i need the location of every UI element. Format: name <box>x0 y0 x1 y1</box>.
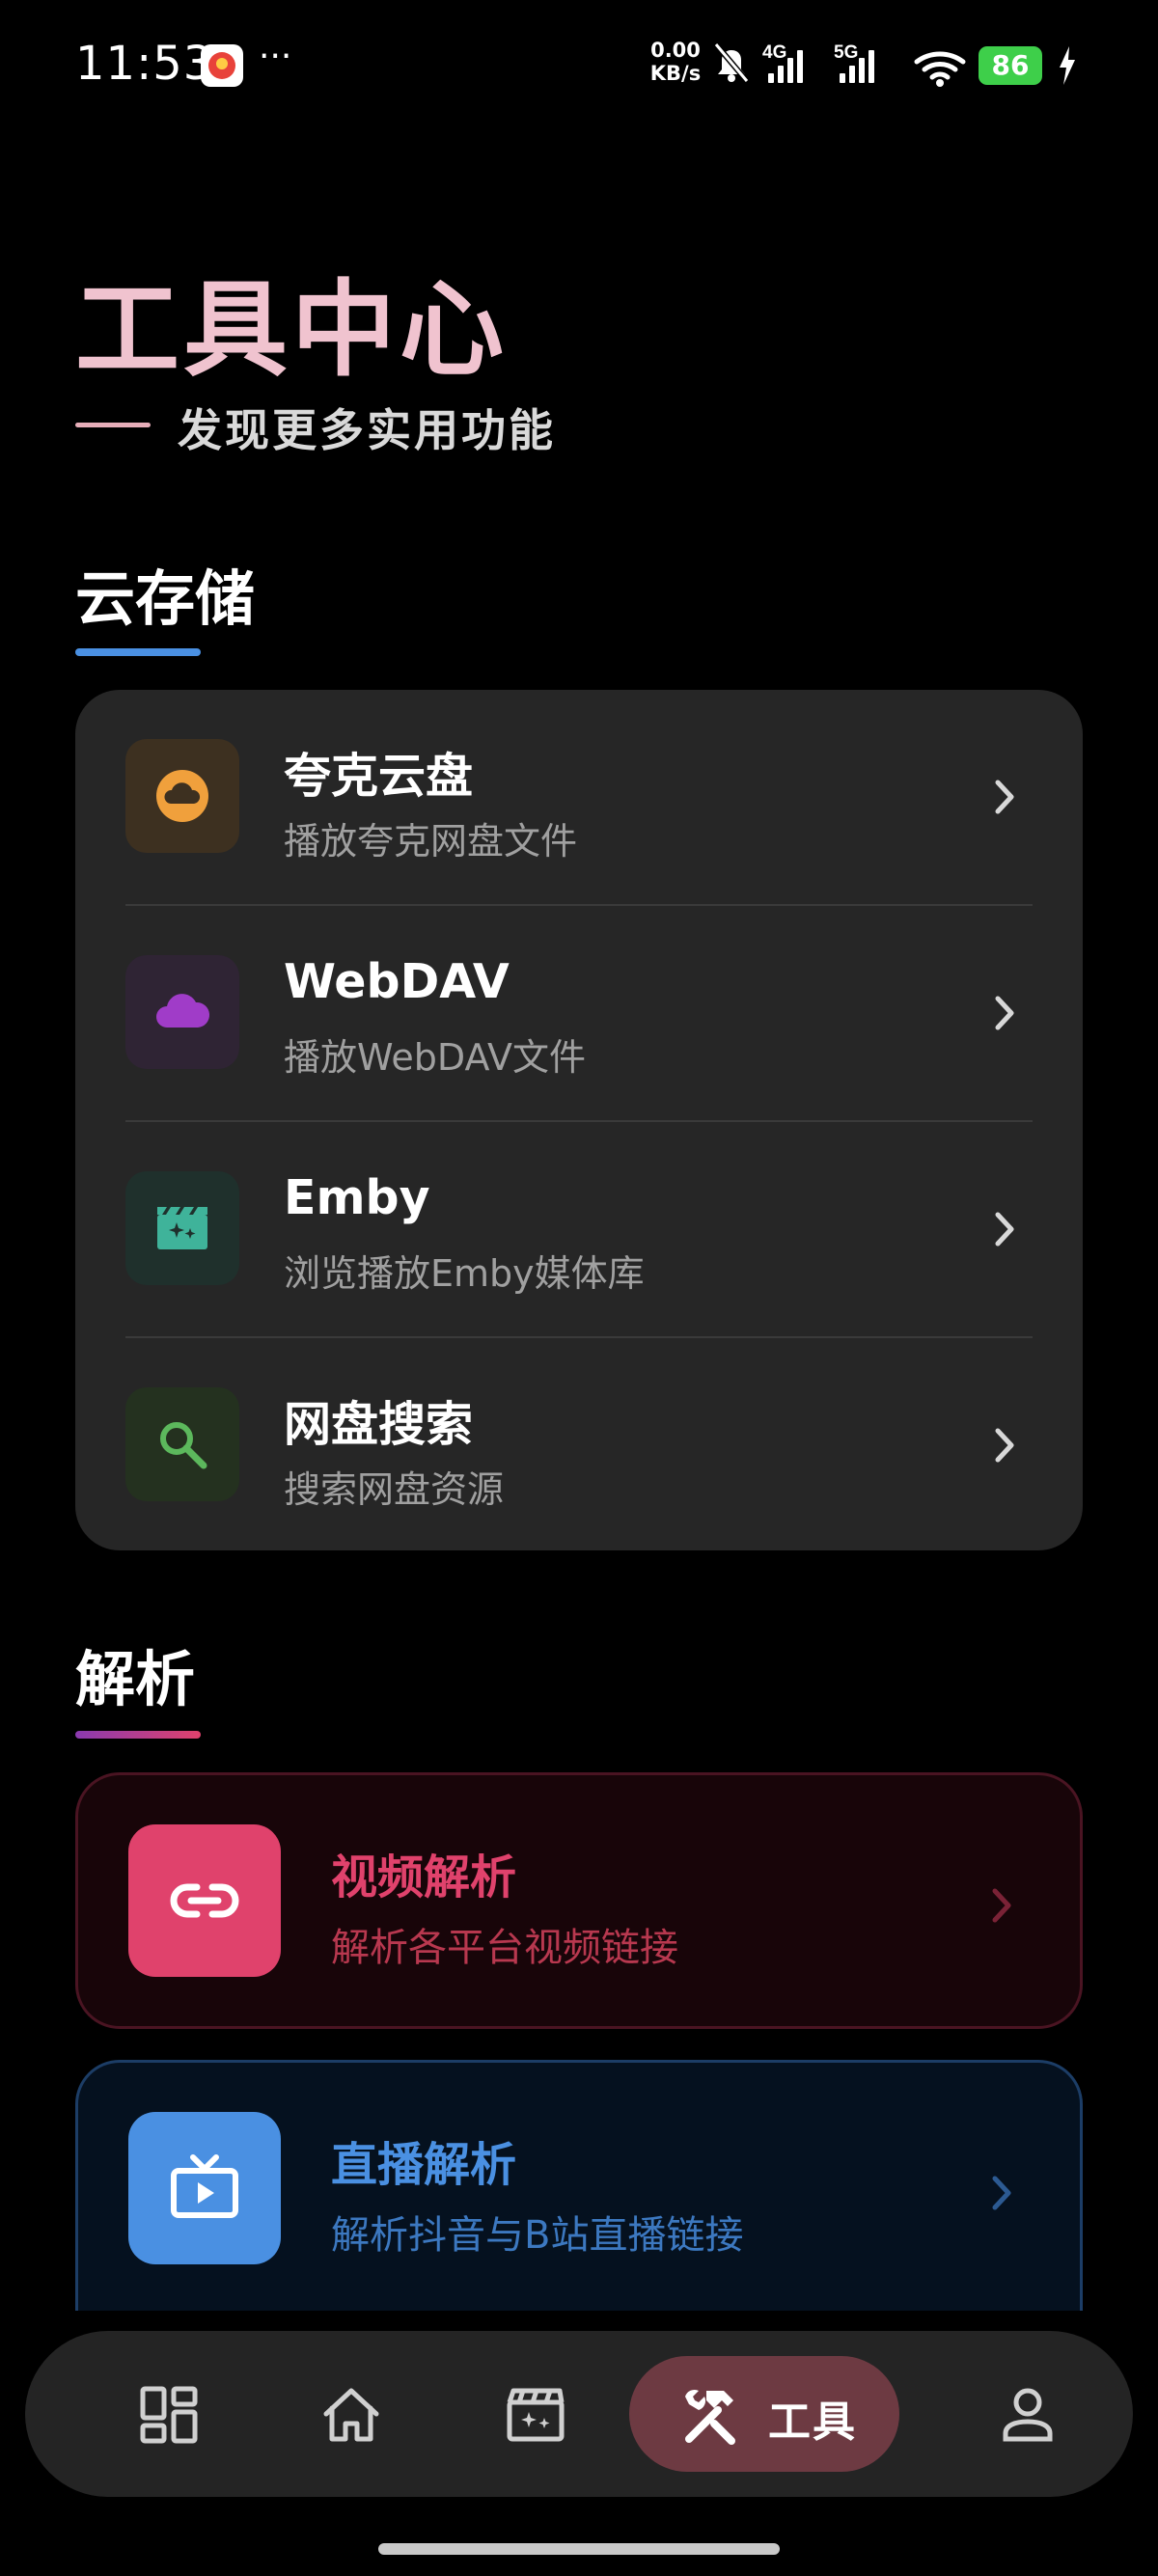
parse-desc: 解析各平台视频链接 <box>331 1926 678 1970</box>
chevron-right-icon <box>995 1212 1014 1247</box>
cloud-icon <box>156 994 210 1028</box>
live-parse-card[interactable]: 直播解析 解析抖音与B站直播链接 <box>75 2060 1083 2311</box>
search-icon-tile <box>125 1387 239 1501</box>
item-title: WebDAV <box>284 954 510 1009</box>
item-desc: 浏览播放Emby媒体库 <box>284 1252 645 1295</box>
link-icon <box>170 1883 239 1918</box>
subtitle-dash <box>75 423 151 427</box>
battery-level: 86 <box>979 46 1042 85</box>
nav-tools[interactable] <box>629 2356 899 2472</box>
list-item-webdav[interactable]: WebDAV 播放WebDAV文件 <box>75 906 1083 1122</box>
item-title: Emby <box>284 1170 430 1225</box>
quark-icon-tile <box>125 739 239 853</box>
network-speed-value: 0.00 <box>650 39 701 62</box>
item-desc: 播放夸克网盘文件 <box>284 820 578 863</box>
live-tv-icon <box>171 2154 238 2218</box>
parse-desc: 解析抖音与B站直播链接 <box>331 2213 744 2258</box>
nav-tools-label: 工具 <box>768 2398 857 2447</box>
movie-icon <box>507 2388 565 2442</box>
home-indicator[interactable] <box>378 2543 780 2555</box>
status-bar: 11:53 ··· 0.00 KB/s 4G 5G 86 <box>0 0 1158 135</box>
mute-bell-icon <box>713 42 750 83</box>
list-item-emby[interactable]: Emby 浏览播放Emby媒体库 <box>75 1122 1083 1338</box>
section-underline-cloud <box>75 648 201 656</box>
chevron-right-icon <box>992 2176 1011 2210</box>
more-notifications-icon: ··· <box>259 37 292 76</box>
tools-center-screen: 11:53 ··· 0.00 KB/s 4G 5G 86 工具中心 发现更多实用… <box>0 0 1158 2576</box>
list-item-quark[interactable]: 夸克云盘 播放夸克网盘文件 <box>75 690 1083 906</box>
bottom-navigation: 工具 <box>25 2331 1133 2497</box>
person-icon <box>1003 2388 1053 2442</box>
dashboard-icon <box>140 2386 198 2444</box>
nav-home[interactable] <box>266 2331 440 2497</box>
section-title-cloud: 云存储 <box>75 563 256 634</box>
signal-icons: 4G 5G <box>713 42 966 87</box>
live-parse-icon-tile <box>128 2112 281 2264</box>
section-underline-parse <box>75 1731 201 1739</box>
page-subtitle: 发现更多实用功能 <box>178 404 556 456</box>
chevron-right-icon <box>992 1888 1011 1923</box>
network-speed: 0.00 KB/s <box>647 39 704 85</box>
search-icon <box>160 1422 207 1469</box>
wifi-icon <box>914 51 966 80</box>
cloud-storage-list: 夸克云盘 播放夸克网盘文件 WebDAV 播放WebDAV文件 Emby 浏览播… <box>75 690 1083 1550</box>
video-parse-card[interactable]: 视频解析 解析各平台视频链接 <box>75 1772 1083 2029</box>
cloud-icon <box>156 770 208 822</box>
notification-app-icon <box>201 44 243 87</box>
item-desc: 播放WebDAV文件 <box>284 1036 586 1079</box>
chevron-right-icon <box>995 996 1014 1030</box>
status-time: 11:53 <box>75 37 214 91</box>
webdav-icon-tile <box>125 955 239 1069</box>
status-icons: 4G 5G <box>712 37 967 95</box>
chevron-right-icon <box>995 780 1014 814</box>
page-title: 工具中心 <box>75 270 509 391</box>
movie-icon <box>157 1207 207 1249</box>
item-title: 网盘搜索 <box>284 1397 474 1452</box>
item-title: 夸克云盘 <box>284 749 474 804</box>
signal-2-label: 5G <box>834 42 858 63</box>
nav-movies[interactable] <box>450 2331 623 2497</box>
parse-title: 视频解析 <box>331 1850 517 1905</box>
nav-profile[interactable] <box>942 2331 1116 2497</box>
item-desc: 搜索网盘资源 <box>284 1468 505 1511</box>
charging-icon <box>1060 46 1075 85</box>
nav-dashboard[interactable] <box>83 2331 257 2497</box>
signal-1-label: 4G <box>762 42 786 63</box>
section-title-parse: 解析 <box>75 1644 196 1714</box>
chevron-right-icon <box>995 1428 1014 1463</box>
home-icon <box>323 2388 379 2442</box>
tools-icon <box>685 2389 735 2445</box>
parse-title: 直播解析 <box>331 2138 517 2192</box>
network-speed-unit: KB/s <box>649 62 702 85</box>
emby-icon-tile <box>125 1171 239 1285</box>
list-item-pan-search[interactable]: 网盘搜索 搜索网盘资源 <box>75 1338 1083 1554</box>
video-parse-icon-tile <box>128 1824 281 1977</box>
